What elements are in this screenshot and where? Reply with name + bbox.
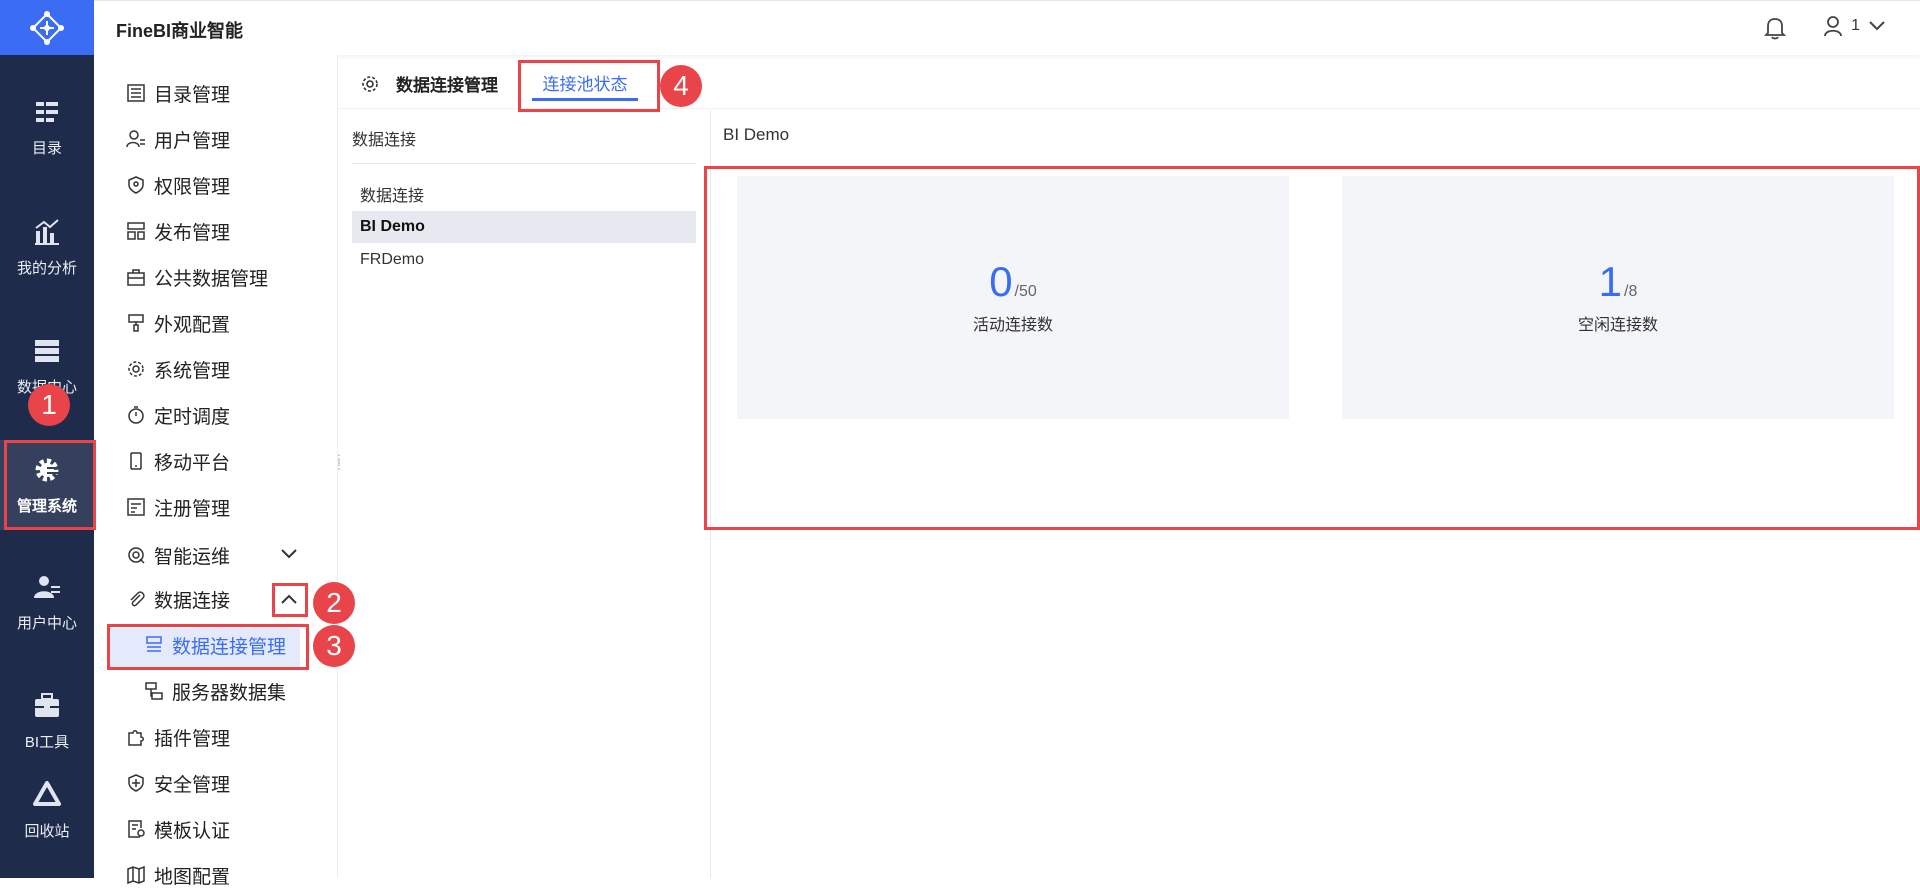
chevron-down-icon[interactable]	[280, 548, 298, 560]
chevron-down-icon	[1868, 20, 1886, 32]
app-title: FineBI商业智能	[116, 17, 243, 43]
logo-icon	[27, 8, 67, 48]
connection-item-selected[interactable]: BI Demo	[352, 211, 696, 243]
nav-recycle-bin[interactable]: 回收站	[0, 767, 94, 853]
idle-connections-value: 1	[1599, 261, 1622, 303]
nav-label: 回收站	[24, 820, 69, 841]
active-connections-card: 0 /50 活动连接数	[737, 176, 1289, 419]
menu-data-connection[interactable]: 数据连接	[126, 579, 230, 619]
active-connections-stat: 0 /50	[989, 261, 1037, 303]
map-icon	[126, 865, 146, 885]
user-icon	[126, 129, 146, 149]
nav-user-center[interactable]: 用户中心	[0, 557, 94, 647]
idle-connections-card: 1 /8 空闲连接数	[1342, 176, 1894, 419]
menu-publish-management[interactable]: 发布管理	[126, 211, 230, 251]
app-logo[interactable]	[0, 0, 94, 55]
user-name: 1	[1851, 17, 1860, 35]
menu-data-connection-management[interactable]: 数据连接管理	[144, 625, 286, 665]
menu-public-data-management[interactable]: 公共数据管理	[126, 257, 268, 297]
mobile-phone-icon	[126, 451, 146, 471]
paperclip-icon	[126, 589, 146, 609]
nav-label: BI工具	[25, 731, 69, 752]
ops-icon	[126, 545, 146, 565]
menu-user-management[interactable]: 用户管理	[126, 119, 230, 159]
nav-label: 管理系统	[17, 495, 77, 516]
analysis-icon	[32, 217, 62, 247]
gear-icon	[360, 74, 380, 94]
menu-directory-management[interactable]: 目录管理	[126, 73, 230, 113]
chevron-up-icon[interactable]	[280, 593, 298, 605]
connection-item[interactable]: 数据连接	[352, 178, 696, 210]
connection-item[interactable]: FRDemo	[352, 244, 696, 276]
registration-icon	[126, 497, 146, 517]
user-center-icon	[32, 572, 62, 602]
user-menu[interactable]: 1	[1823, 15, 1886, 37]
connection-icon	[144, 635, 164, 655]
active-connections-value: 0	[989, 261, 1012, 303]
nav-bi-tools[interactable]: BI工具	[0, 676, 94, 766]
step-badge: 3	[313, 625, 355, 667]
briefcase-icon	[126, 267, 146, 287]
nav-label: 用户中心	[17, 612, 77, 633]
connection-panel-title: 数据连接	[352, 126, 416, 150]
menu-plugin-management[interactable]: 插件管理	[126, 717, 230, 757]
recycle-icon	[32, 780, 62, 810]
connection-detail-title: BI Demo	[723, 125, 789, 145]
menu-mobile-platform[interactable]: 移动平台	[126, 441, 230, 481]
data-center-icon	[32, 336, 62, 366]
admin-sidebar: 目录管理 用户管理 权限管理 发布管理 公共数据管理 外观配置 系统管理 定时调…	[94, 55, 338, 878]
nav-label: 目录	[32, 137, 62, 158]
paint-brush-icon	[126, 313, 146, 333]
user-icon	[1823, 15, 1843, 37]
list-icon	[126, 83, 146, 103]
nav-my-analysis[interactable]: 我的分析	[0, 202, 94, 292]
left-nav: 目录 我的分析 数据中心 管理系统 用户中心	[0, 0, 94, 878]
step-badge: 2	[313, 582, 355, 624]
publish-icon	[126, 221, 146, 241]
idle-connections-stat: 1 /8	[1599, 261, 1638, 303]
menu-appearance-config[interactable]: 外观配置	[126, 303, 230, 343]
toolbox-icon	[32, 691, 62, 721]
divider	[352, 163, 696, 164]
stopwatch-icon	[126, 405, 146, 425]
shield-icon	[126, 175, 146, 195]
certificate-icon	[126, 819, 146, 839]
menu-scheduled-tasks[interactable]: 定时调度	[126, 395, 230, 435]
security-shield-icon	[126, 773, 146, 793]
tab-bar: 数据连接管理 连接池状态	[338, 55, 1920, 109]
nav-label: 我的分析	[17, 257, 77, 278]
tab-connection-pool-status[interactable]: 连接池状态	[520, 63, 650, 101]
step-badge: 1	[28, 384, 70, 426]
active-connections-caption: 活动连接数	[973, 311, 1053, 335]
menu-permission-management[interactable]: 权限管理	[126, 165, 230, 205]
idle-connections-caption: 空闲连接数	[1578, 311, 1658, 335]
active-connections-max: /50	[1015, 283, 1037, 301]
nav-directory[interactable]: 目录	[0, 82, 94, 172]
menu-security-management[interactable]: 安全管理	[126, 763, 230, 803]
gear-icon	[126, 359, 146, 379]
panel-resize-handle[interactable]: ⋮⋮	[333, 456, 345, 468]
tab-data-connection-management[interactable]: 数据连接管理	[360, 71, 498, 96]
menu-map-config[interactable]: 地图配置	[126, 855, 230, 895]
menu-smart-ops[interactable]: 智能运维	[126, 535, 306, 575]
nav-admin-system[interactable]: 管理系统	[0, 440, 94, 530]
admin-gear-icon	[32, 455, 62, 485]
server-dataset-icon	[144, 681, 164, 701]
notification-bell-icon[interactable]	[1764, 16, 1786, 45]
idle-connections-max: /8	[1624, 283, 1637, 301]
menu-template-certification[interactable]: 模板认证	[126, 809, 230, 849]
connection-list-panel: 数据连接 数据连接 BI Demo FRDemo	[338, 110, 711, 878]
menu-server-dataset[interactable]: 服务器数据集	[144, 671, 286, 711]
menu-system-management[interactable]: 系统管理	[126, 349, 230, 389]
menu-registration-management[interactable]: 注册管理	[126, 487, 230, 527]
top-bar: FineBI商业智能 1	[94, 0, 1920, 55]
directory-icon	[32, 97, 62, 127]
puzzle-icon	[126, 727, 146, 747]
step-badge: 4	[660, 65, 702, 107]
